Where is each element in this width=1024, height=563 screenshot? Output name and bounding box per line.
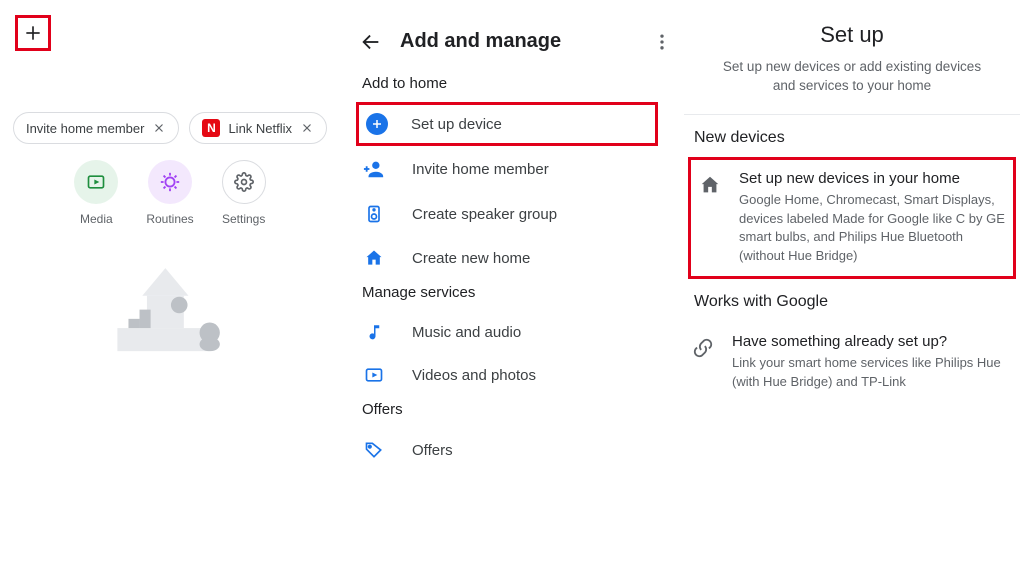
more-vert-icon bbox=[652, 32, 672, 52]
action-media[interactable]: Media bbox=[74, 160, 118, 226]
video-icon bbox=[362, 365, 386, 385]
music-icon bbox=[362, 323, 386, 341]
entry-setup-device[interactable]: Set up device bbox=[356, 102, 658, 146]
section-new-devices: New devices bbox=[680, 115, 1024, 157]
action-settings[interactable]: Settings bbox=[222, 160, 266, 226]
entry-invite-member[interactable]: Invite home member bbox=[340, 146, 680, 192]
chip-label: Link Netflix bbox=[228, 121, 292, 136]
person-add-icon bbox=[362, 158, 386, 180]
more-menu-button[interactable] bbox=[652, 32, 672, 57]
page-subtitle: Set up new devices or add existing devic… bbox=[680, 58, 1024, 114]
link-icon bbox=[692, 333, 714, 359]
card-body: Google Home, Chromecast, Smart Displays,… bbox=[739, 191, 1005, 266]
entry-label: Create speaker group bbox=[412, 206, 557, 223]
card-title: Have something already set up? bbox=[732, 333, 1012, 350]
chip-row: Invite home member N Link Netflix bbox=[0, 112, 340, 144]
media-icon bbox=[74, 160, 118, 204]
plus-circle-icon bbox=[366, 113, 388, 135]
page-title: Set up bbox=[680, 0, 1024, 58]
entry-videos[interactable]: Videos and photos bbox=[340, 353, 680, 397]
add-button[interactable] bbox=[15, 15, 51, 51]
card-works-with-google[interactable]: Have something already set up? Link your… bbox=[680, 321, 1024, 404]
card-title: Set up new devices in your home bbox=[739, 170, 1005, 187]
home-screen: Invite home member N Link Netflix Media … bbox=[0, 0, 340, 563]
back-arrow-icon bbox=[360, 31, 382, 53]
add-manage-screen: Add and manage Add to home Set up device… bbox=[340, 0, 680, 563]
chip-invite-member[interactable]: Invite home member bbox=[13, 112, 180, 144]
entry-label: Videos and photos bbox=[412, 367, 536, 384]
entry-label: Music and audio bbox=[412, 324, 521, 341]
page-title: Add and manage bbox=[400, 30, 561, 53]
netflix-icon: N bbox=[202, 119, 220, 137]
action-label: Media bbox=[80, 212, 113, 226]
entry-label: Invite home member bbox=[412, 161, 549, 178]
card-setup-new-devices[interactable]: Set up new devices in your home Google H… bbox=[688, 157, 1016, 279]
entry-create-home[interactable]: Create new home bbox=[340, 236, 680, 280]
section-add-to-home: Add to home bbox=[340, 71, 680, 102]
action-label: Routines bbox=[146, 212, 193, 226]
home-icon bbox=[362, 248, 386, 268]
plus-icon bbox=[23, 23, 43, 43]
section-works-with-google: Works with Google bbox=[680, 279, 1024, 321]
action-routines[interactable]: Routines bbox=[146, 160, 193, 226]
tag-icon bbox=[362, 440, 386, 460]
close-icon bbox=[300, 121, 314, 135]
section-manage-services: Manage services bbox=[340, 280, 680, 311]
entry-music[interactable]: Music and audio bbox=[340, 311, 680, 353]
entry-label: Set up device bbox=[411, 116, 502, 133]
setup-screen: Set up Set up new devices or add existin… bbox=[680, 0, 1024, 563]
speaker-icon bbox=[362, 204, 386, 224]
home-illustration bbox=[0, 245, 340, 365]
action-label: Settings bbox=[222, 212, 265, 226]
card-body: Link your smart home services like Phili… bbox=[732, 354, 1012, 392]
entry-label: Create new home bbox=[412, 250, 530, 267]
entry-speaker-group[interactable]: Create speaker group bbox=[340, 192, 680, 236]
back-button[interactable] bbox=[360, 31, 382, 53]
section-offers: Offers bbox=[340, 397, 680, 428]
entry-label: Offers bbox=[412, 442, 453, 459]
entry-offers[interactable]: Offers bbox=[340, 428, 680, 472]
chip-link-netflix[interactable]: N Link Netflix bbox=[189, 112, 327, 144]
action-row: Media Routines Settings bbox=[0, 160, 340, 226]
routines-icon bbox=[148, 160, 192, 204]
gear-icon bbox=[222, 160, 266, 204]
close-icon bbox=[152, 121, 166, 135]
home-icon bbox=[699, 170, 721, 196]
chip-label: Invite home member bbox=[26, 121, 145, 136]
